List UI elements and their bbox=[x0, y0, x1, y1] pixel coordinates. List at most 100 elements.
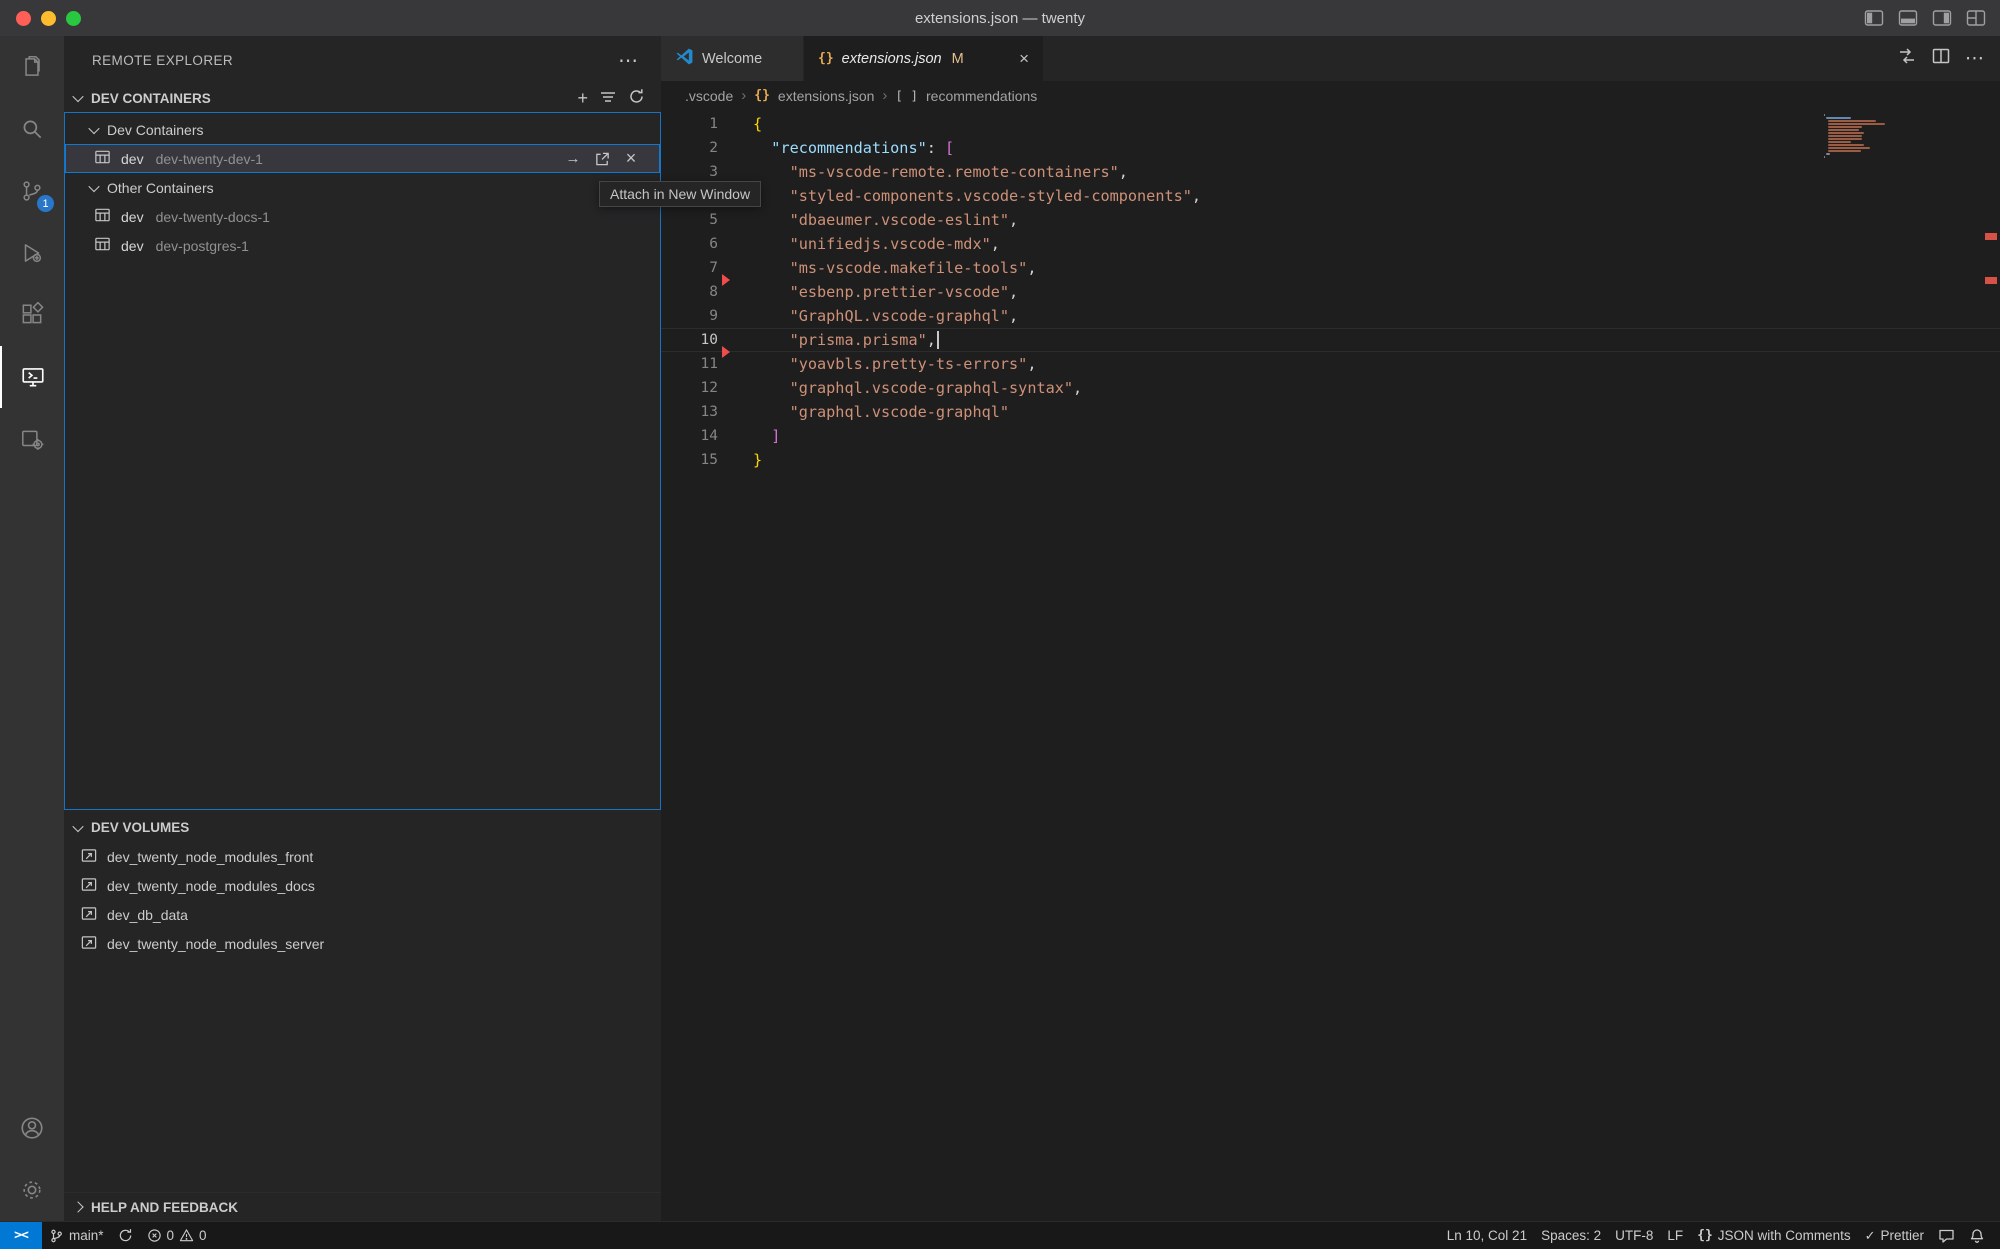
code-line[interactable]: 8 "esbenp.prettier-vscode", bbox=[661, 280, 2000, 304]
volume-item-row[interactable]: dev_twenty_node_modules_front bbox=[64, 842, 661, 871]
line-number[interactable]: 14 bbox=[661, 428, 718, 444]
line-number[interactable]: 2 bbox=[661, 140, 718, 156]
code-line[interactable]: 1{ bbox=[661, 112, 2000, 136]
activity-extensions[interactable] bbox=[0, 284, 64, 346]
eol-status[interactable]: LF bbox=[1660, 1228, 1690, 1243]
container-item-row[interactable]: devdev-twenty-docs-1 bbox=[65, 202, 660, 231]
more-actions-icon[interactable]: ⋯ bbox=[1965, 47, 1984, 70]
attach-new-window-icon[interactable] bbox=[591, 148, 613, 170]
activity-explorer[interactable] bbox=[0, 36, 64, 98]
code-line[interactable]: 5 "dbaeumer.vscode-eslint", bbox=[661, 208, 2000, 232]
sidebar-more-actions-icon[interactable]: ⋯ bbox=[618, 48, 639, 73]
open-changes-icon[interactable] bbox=[1897, 46, 1917, 71]
container-group-row[interactable]: Other Containers bbox=[65, 173, 660, 202]
breadcrumb-symbol[interactable]: recommendations bbox=[926, 88, 1037, 104]
breadcrumb-file[interactable]: extensions.json bbox=[778, 88, 875, 104]
indentation-status[interactable]: Spaces: 2 bbox=[1534, 1228, 1608, 1243]
notifications-bell-icon[interactable] bbox=[1962, 1228, 1992, 1244]
encoding-status[interactable]: UTF-8 bbox=[1608, 1228, 1660, 1243]
line-number[interactable]: 12 bbox=[661, 380, 718, 396]
activity-bar: 1 bbox=[0, 36, 64, 1221]
code-line[interactable]: 10 "prisma.prisma", bbox=[661, 328, 2000, 352]
line-number[interactable]: 3 bbox=[661, 164, 718, 180]
toggle-panel-icon[interactable] bbox=[1898, 9, 1918, 27]
tab-welcome[interactable]: Welcome bbox=[661, 36, 804, 81]
code-line[interactable]: 6 "unifiedjs.vscode-mdx", bbox=[661, 232, 2000, 256]
code-line[interactable]: 9 "GraphQL.vscode-graphql", bbox=[661, 304, 2000, 328]
zoom-window-button[interactable] bbox=[66, 11, 81, 26]
breadcrumb-folder[interactable]: .vscode bbox=[685, 88, 733, 104]
feedback-icon[interactable] bbox=[1931, 1228, 1962, 1244]
vscode-window: extensions.json — twenty 1 bbox=[0, 0, 2000, 1249]
activity-accounts[interactable] bbox=[0, 1097, 64, 1159]
text-cursor bbox=[937, 331, 939, 349]
filter-icon[interactable] bbox=[600, 89, 616, 107]
chevron-down-icon bbox=[72, 91, 83, 102]
line-number[interactable]: 15 bbox=[661, 452, 718, 468]
close-icon[interactable]: × bbox=[620, 148, 642, 170]
activity-settings-gear-icon[interactable] bbox=[0, 1159, 64, 1221]
code-line[interactable]: 13 "graphql.vscode-graphql" bbox=[661, 400, 2000, 424]
tab-extensions-json[interactable]: {} extensions.json M × bbox=[804, 36, 1043, 81]
line-number[interactable]: 6 bbox=[661, 236, 718, 252]
code-line[interactable]: 11 "yoavbls.pretty-ts-errors", bbox=[661, 352, 2000, 376]
line-number[interactable]: 13 bbox=[661, 404, 718, 420]
activity-source-control[interactable]: 1 bbox=[0, 160, 64, 222]
language-mode-status[interactable]: {} JSON with Comments bbox=[1690, 1228, 1857, 1243]
chevron-down-icon bbox=[88, 180, 99, 191]
layout-controls bbox=[1864, 0, 1986, 36]
code-line[interactable]: 7 "ms-vscode.makefile-tools", bbox=[661, 256, 2000, 280]
volume-item-row[interactable]: dev_twenty_node_modules_server bbox=[64, 929, 661, 958]
activity-remote-explorer[interactable] bbox=[0, 346, 64, 408]
json-braces-icon: {} bbox=[754, 88, 770, 103]
problems-status[interactable]: 0 0 bbox=[140, 1228, 214, 1243]
activity-containers[interactable] bbox=[0, 408, 64, 470]
code-line[interactable]: 15} bbox=[661, 448, 2000, 472]
git-deleted-lines-marker bbox=[722, 274, 730, 286]
minimize-window-button[interactable] bbox=[41, 11, 56, 26]
sync-status[interactable] bbox=[111, 1228, 140, 1243]
code-line[interactable]: 4 "styled-components.vscode-styled-compo… bbox=[661, 184, 2000, 208]
cursor-position-status[interactable]: Ln 10, Col 21 bbox=[1440, 1228, 1534, 1243]
code-line[interactable]: 2 "recommendations": [ bbox=[661, 136, 2000, 160]
line-number[interactable]: 10 bbox=[661, 332, 718, 348]
line-number[interactable]: 11 bbox=[661, 356, 718, 372]
refresh-icon[interactable] bbox=[628, 88, 645, 108]
line-number[interactable]: 5 bbox=[661, 212, 718, 228]
traffic-lights bbox=[16, 0, 81, 36]
add-icon[interactable]: + bbox=[577, 89, 588, 107]
code-editor[interactable]: 1{2 "recommendations": [3 "ms-vscode-rem… bbox=[661, 110, 2000, 1221]
section-dev-containers[interactable]: DEV CONTAINERS + bbox=[64, 84, 661, 112]
line-number[interactable]: 8 bbox=[661, 284, 718, 300]
toggle-secondary-sidebar-icon[interactable] bbox=[1932, 9, 1952, 27]
git-branch-status[interactable]: main* bbox=[42, 1228, 111, 1244]
formatter-status[interactable]: ✓ Prettier bbox=[1858, 1228, 1931, 1244]
toggle-primary-sidebar-icon[interactable] bbox=[1864, 9, 1884, 27]
customize-layout-icon[interactable] bbox=[1966, 9, 1986, 27]
sidebar-header: REMOTE EXPLORER ⋯ bbox=[64, 36, 661, 84]
split-editor-icon[interactable] bbox=[1931, 46, 1951, 71]
remote-indicator[interactable]: >< bbox=[0, 1222, 42, 1249]
window-title: extensions.json — twenty bbox=[0, 10, 2000, 27]
chevron-separator: › bbox=[882, 87, 887, 104]
volume-item-row[interactable]: dev_twenty_node_modules_docs bbox=[64, 871, 661, 900]
container-item-row[interactable]: devdev-postgres-1 bbox=[65, 231, 660, 260]
container-icon bbox=[93, 235, 112, 256]
activity-run-debug[interactable] bbox=[0, 222, 64, 284]
code-line[interactable]: 3 "ms-vscode-remote.remote-containers", bbox=[661, 160, 2000, 184]
container-item-row[interactable]: devdev-twenty-dev-1→× bbox=[65, 144, 660, 173]
container-group-row[interactable]: Dev Containers bbox=[65, 115, 660, 144]
attach-current-window-icon[interactable]: → bbox=[562, 148, 584, 170]
activity-search[interactable] bbox=[0, 98, 64, 160]
code-line[interactable]: 12 "graphql.vscode-graphql-syntax", bbox=[661, 376, 2000, 400]
code-line[interactable]: 14 ] bbox=[661, 424, 2000, 448]
close-window-button[interactable] bbox=[16, 11, 31, 26]
close-tab-icon[interactable]: × bbox=[1019, 49, 1029, 69]
section-help-feedback[interactable]: HELP AND FEEDBACK bbox=[64, 1192, 661, 1221]
minimap[interactable] bbox=[1824, 114, 1888, 159]
line-number[interactable]: 1 bbox=[661, 116, 718, 132]
section-dev-volumes[interactable]: DEV VOLUMES bbox=[64, 813, 661, 842]
line-number[interactable]: 7 bbox=[661, 260, 718, 276]
line-number[interactable]: 9 bbox=[661, 308, 718, 324]
volume-item-row[interactable]: dev_db_data bbox=[64, 900, 661, 929]
